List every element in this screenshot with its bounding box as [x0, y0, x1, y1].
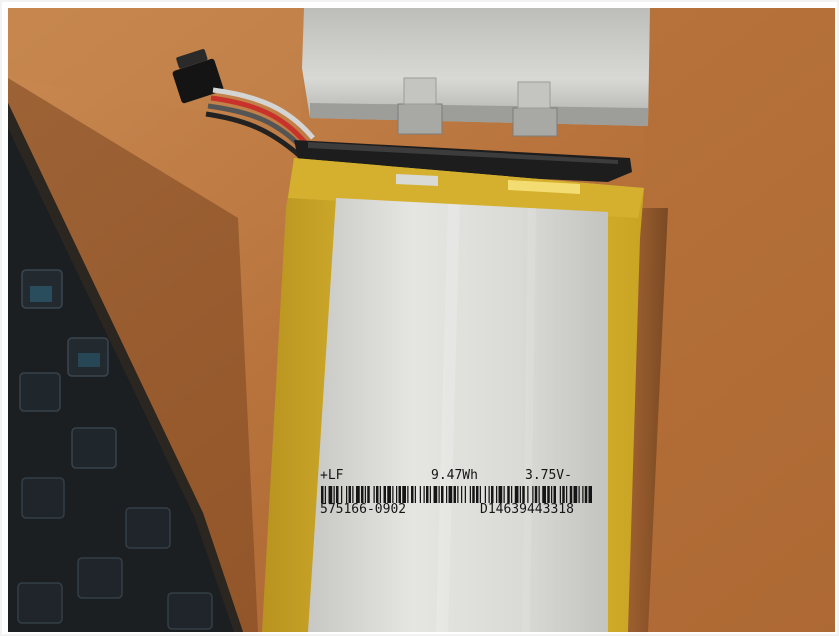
barcode-bar [328, 486, 333, 503]
barcode-bar [484, 486, 486, 503]
barcode-bar [352, 486, 354, 503]
barcode-bar [441, 486, 444, 503]
barcode-bar [547, 486, 550, 503]
barcode-bar [333, 486, 335, 503]
barcode-bar [491, 486, 494, 503]
barcode-bar [588, 486, 592, 503]
image-frame: +LF 9.47Wh 3.75V- 575166-0902 D146394433… [0, 0, 839, 636]
barcode-bar [367, 486, 370, 503]
barcode-bar [569, 486, 573, 503]
barcode-bar [453, 486, 456, 503]
barcode-bar [511, 486, 513, 503]
barcode-bar [527, 486, 529, 503]
barcode-bar [559, 486, 561, 503]
barcode-bar [361, 486, 364, 503]
barcode-bar [582, 486, 584, 503]
barcode-bar [553, 486, 556, 503]
barcode-bar [426, 486, 429, 503]
barcode-bar [348, 486, 351, 503]
barcode-bar [532, 486, 534, 503]
barcode-bar [538, 486, 540, 503]
barcode-bar [448, 486, 453, 503]
barcode-bar [411, 486, 414, 503]
barcode-bar [476, 486, 479, 503]
barcode-bar [373, 486, 375, 503]
barcode-bar [392, 486, 394, 503]
barcode-bar [429, 486, 431, 503]
label-part-number: 575166-0902 [320, 502, 406, 517]
barcode-bar [522, 486, 525, 503]
barcode-bar [503, 486, 505, 503]
barcode-bar [446, 486, 448, 503]
barcode-bar [584, 486, 588, 503]
battery-photo-scene: +LF 9.47Wh 3.75V- 575166-0902 D146394433… [8, 8, 835, 632]
barcode-bar [551, 486, 553, 503]
barcode-bar [419, 486, 421, 503]
barcode-bar [519, 486, 521, 503]
barcode-bar [423, 486, 425, 503]
barcode-bar [566, 486, 568, 503]
barcode-bar [341, 486, 343, 503]
barcode-bar [457, 486, 459, 503]
top-battery-cell [302, 8, 650, 137]
barcode-bar [376, 486, 379, 503]
barcode-bar [387, 486, 391, 503]
barcode-bar [379, 486, 381, 503]
battery-tab [396, 174, 438, 186]
barcode-bar [433, 486, 438, 503]
barcode-bar [461, 486, 463, 503]
barcode-bar [472, 486, 475, 503]
label-capacity: 9.47Wh [431, 468, 478, 483]
barcode-bar [542, 486, 546, 503]
barcode-bar [321, 486, 324, 503]
label-code: +LF [320, 468, 344, 483]
barcode-bar [578, 486, 580, 503]
barcode-bar [498, 486, 503, 503]
barcode-bar [573, 486, 578, 503]
barcode-bar [414, 486, 416, 503]
barcode-bar [507, 486, 510, 503]
barcode-bar [514, 486, 519, 503]
barcode-bar [364, 486, 366, 503]
barcode-bar [464, 486, 466, 503]
barcode-bar [402, 486, 406, 503]
photo: +LF 9.47Wh 3.75V- 575166-0902 D146394433… [8, 8, 835, 632]
barcode-bar [346, 486, 348, 503]
label-serial-number: D14639443318 [480, 502, 574, 517]
barcode-bar [438, 486, 440, 503]
barcode-bar [324, 486, 326, 503]
barcode-bar [562, 486, 565, 503]
barcode-bar [488, 486, 490, 503]
barcode-bar [396, 486, 398, 503]
barcode-bar [469, 486, 471, 503]
barcode-bar [407, 486, 409, 503]
barcode-bar [479, 486, 481, 503]
label-voltage: 3.75V- [525, 468, 572, 483]
barcode-bar [383, 486, 386, 503]
barcode-bar [336, 486, 339, 503]
barcode-bar [356, 486, 360, 503]
barcode-bar [496, 486, 498, 503]
barcode-bar [398, 486, 401, 503]
barcode-bar [534, 486, 538, 503]
